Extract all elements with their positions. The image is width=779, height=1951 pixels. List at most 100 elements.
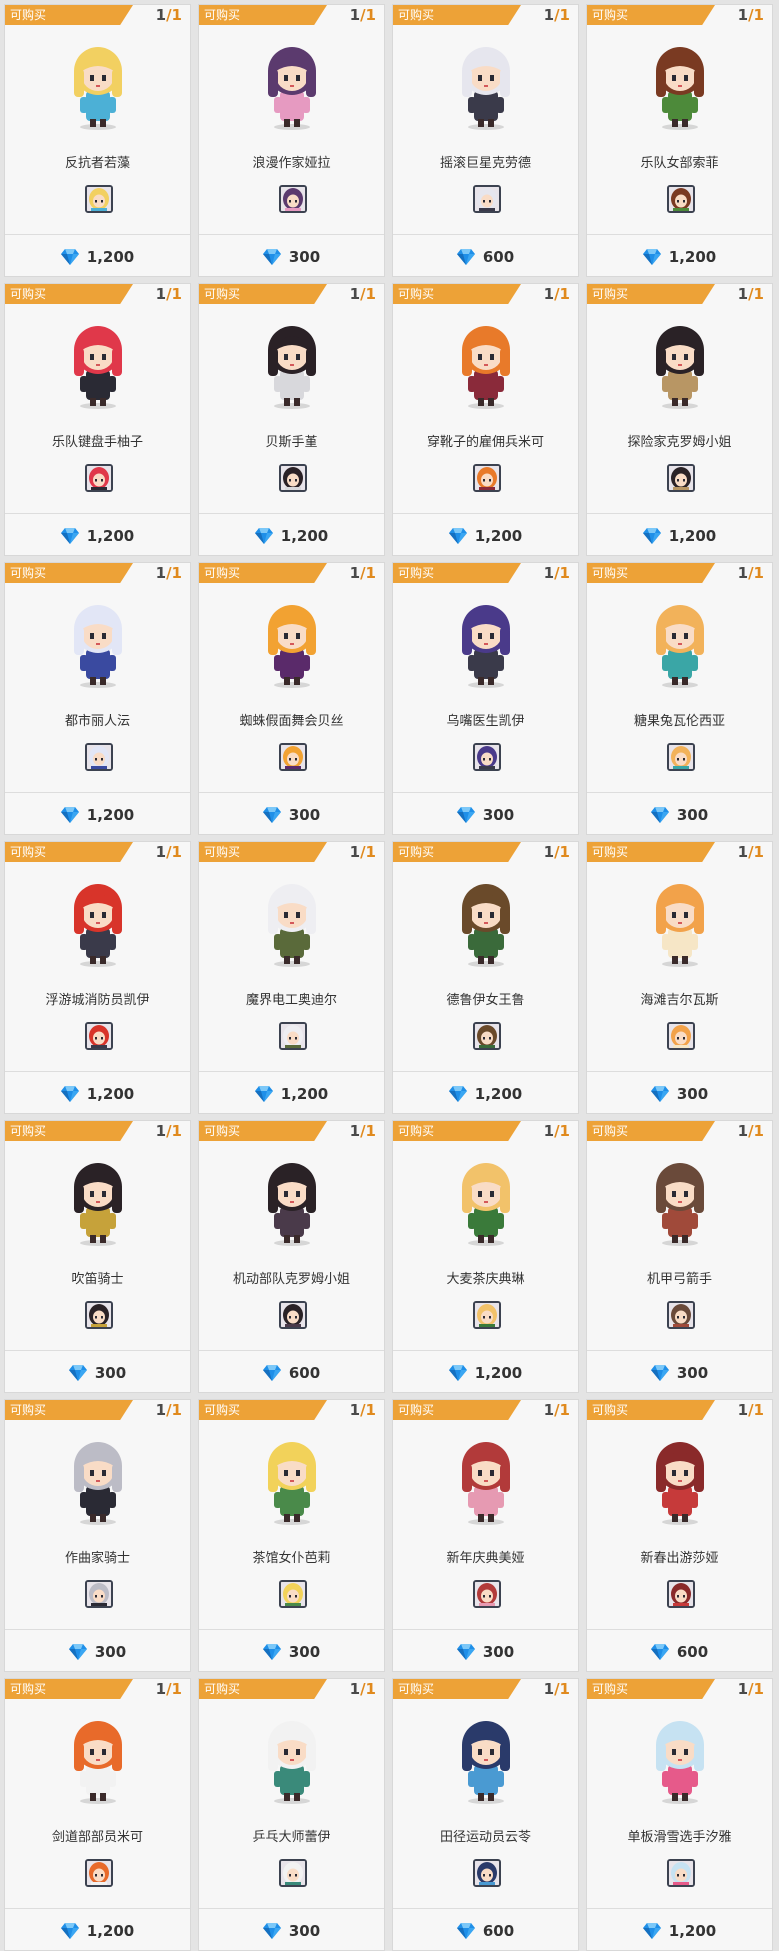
card-divider	[393, 1629, 578, 1630]
card-divider	[587, 1071, 772, 1072]
price-button[interactable]: 600	[587, 1632, 772, 1672]
item-name: 新年庆典美娅	[446, 1551, 525, 1566]
shop-item-card-21[interactable]: 可购买 1/1 作曲家骑士 300	[4, 1399, 191, 1672]
stock-owned: 1	[349, 1680, 361, 1698]
price-button[interactable]: 1,200	[5, 1074, 190, 1114]
price-value: 1,200	[280, 527, 329, 545]
shop-item-card-14[interactable]: 可购买 1/1 魔界电工奥迪尔 1,200	[198, 841, 385, 1114]
character-sprite	[56, 1157, 140, 1247]
shop-item-card-23[interactable]: 可购买 1/1 新年庆典美娅 300	[392, 1399, 579, 1672]
price-button[interactable]: 300	[393, 795, 578, 835]
diamond-icon	[68, 1644, 87, 1660]
price-value: 1,200	[280, 1085, 329, 1103]
diamond-icon	[448, 1086, 467, 1102]
price-button[interactable]: 1,200	[199, 1074, 384, 1114]
price-button[interactable]: 1,200	[587, 516, 772, 556]
item-name: 糖果兔瓦伦西亚	[633, 714, 725, 729]
price-button[interactable]: 300	[199, 237, 384, 277]
item-name: 浮游城消防员凯伊	[45, 993, 150, 1008]
shop-item-card-4[interactable]: 可购买 1/1 乐队女部索菲 1,200	[586, 4, 773, 277]
price-button[interactable]: 300	[5, 1632, 190, 1672]
diamond-icon	[448, 528, 467, 544]
price-button[interactable]: 600	[393, 237, 578, 277]
price-button[interactable]: 300	[5, 1353, 190, 1393]
price-button[interactable]: 600	[393, 1911, 578, 1951]
stock-total: /1	[748, 843, 764, 861]
shop-item-card-6[interactable]: 可购买 1/1 贝斯手堇 1,200	[198, 283, 385, 556]
diamond-icon	[456, 1644, 475, 1660]
price-button[interactable]: 1,200	[393, 516, 578, 556]
character-portrait-icon	[278, 1022, 307, 1050]
diamond-icon	[642, 1923, 661, 1939]
shop-item-card-25[interactable]: 可购买 1/1 剑道部部员米可 1,200	[4, 1678, 191, 1951]
stock-total: /1	[554, 1680, 570, 1698]
purchasable-tag: 可购买	[587, 563, 715, 583]
price-value: 1,200	[668, 527, 717, 545]
shop-item-card-9[interactable]: 可购买 1/1 都市丽人沄 1,200	[4, 562, 191, 835]
price-button[interactable]: 1,200	[5, 1911, 190, 1951]
diamond-icon	[262, 807, 281, 823]
character-sprite	[56, 320, 140, 410]
price-button[interactable]: 1,200	[199, 516, 384, 556]
item-name: 机动部队克罗姆小姐	[232, 1272, 350, 1287]
stock-owned: 1	[155, 1122, 167, 1140]
shop-item-card-20[interactable]: 可购买 1/1 机甲弓箭手 300	[586, 1120, 773, 1393]
shop-item-card-5[interactable]: 可购买 1/1 乐队键盘手柚子 1,200	[4, 283, 191, 556]
shop-item-card-18[interactable]: 可购买 1/1 机动部队克罗姆小姐 600	[198, 1120, 385, 1393]
shop-item-card-1[interactable]: 可购买 1/1 反抗者若藻 1,200	[4, 4, 191, 277]
price-button[interactable]: 600	[199, 1353, 384, 1393]
shop-item-card-27[interactable]: 可购买 1/1 田径运动员云苓 600	[392, 1678, 579, 1951]
stock-owned: 1	[349, 1122, 361, 1140]
price-button[interactable]: 1,200	[5, 237, 190, 277]
card-divider	[199, 792, 384, 793]
shop-item-card-8[interactable]: 可购买 1/1 探险家克罗姆小姐 1,200	[586, 283, 773, 556]
shop-item-card-7[interactable]: 可购买 1/1 穿靴子的雇佣兵米可 1,200	[392, 283, 579, 556]
price-button[interactable]: 300	[587, 1074, 772, 1114]
price-value: 600	[482, 248, 515, 266]
price-button[interactable]: 300	[393, 1632, 578, 1672]
card-divider	[393, 513, 578, 514]
shop-item-card-15[interactable]: 可购买 1/1 德鲁伊女王鲁 1,200	[392, 841, 579, 1114]
price-button[interactable]: 1,200	[587, 1911, 772, 1951]
card-divider	[587, 1629, 772, 1630]
shop-item-card-28[interactable]: 可购买 1/1 单板滑雪选手汐雅 1,200	[586, 1678, 773, 1951]
character-sprite	[56, 1715, 140, 1805]
character-portrait-icon	[278, 1301, 307, 1329]
purchasable-tag: 可购买	[5, 842, 133, 862]
price-button[interactable]: 300	[587, 795, 772, 835]
shop-item-card-11[interactable]: 可购买 1/1 乌嘴医生凯伊 300	[392, 562, 579, 835]
price-button[interactable]: 1,200	[393, 1353, 578, 1393]
price-value: 300	[288, 1922, 321, 1940]
stock-total: /1	[748, 1401, 764, 1419]
price-button[interactable]: 300	[587, 1353, 772, 1393]
price-button[interactable]: 1,200	[393, 1074, 578, 1114]
shop-item-card-17[interactable]: 可购买 1/1 吹笛骑士 300	[4, 1120, 191, 1393]
shop-item-card-2[interactable]: 可购买 1/1 浪漫作家娅拉 300	[198, 4, 385, 277]
stock-count: 1/1	[544, 1122, 570, 1140]
purchasable-tag: 可购买	[587, 1679, 715, 1699]
shop-item-card-16[interactable]: 可购买 1/1 海滩吉尔瓦斯 300	[586, 841, 773, 1114]
card-divider	[5, 513, 190, 514]
stock-total: /1	[554, 1401, 570, 1419]
price-button[interactable]: 300	[199, 1632, 384, 1672]
shop-item-card-13[interactable]: 可购买 1/1 浮游城消防员凯伊 1,200	[4, 841, 191, 1114]
shop-item-card-26[interactable]: 可购买 1/1 乒乓大师蕾伊 300	[198, 1678, 385, 1951]
price-button[interactable]: 1,200	[5, 516, 190, 556]
price-button[interactable]: 300	[199, 1911, 384, 1951]
stock-total: /1	[360, 843, 376, 861]
purchasable-tag: 可购买	[199, 5, 327, 25]
price-button[interactable]: 1,200	[5, 795, 190, 835]
stock-count: 1/1	[544, 1401, 570, 1419]
character-portrait-icon	[472, 743, 501, 771]
price-button[interactable]: 300	[199, 795, 384, 835]
shop-item-card-24[interactable]: 可购买 1/1 新春出游莎娅 600	[586, 1399, 773, 1672]
shop-item-card-12[interactable]: 可购买 1/1 糖果兔瓦伦西亚 300	[586, 562, 773, 835]
shop-item-card-3[interactable]: 可购买 1/1 摇滚巨星克劳德 600	[392, 4, 579, 277]
character-portrait-icon	[666, 464, 695, 492]
price-button[interactable]: 1,200	[587, 237, 772, 277]
shop-item-card-19[interactable]: 可购买 1/1 大麦茶庆典琳 1,200	[392, 1120, 579, 1393]
shop-item-card-22[interactable]: 可购买 1/1 茶馆女仆芭莉 300	[198, 1399, 385, 1672]
shop-item-card-10[interactable]: 可购买 1/1 蜘蛛假面舞会贝丝 300	[198, 562, 385, 835]
purchasable-tag: 可购买	[393, 1121, 521, 1141]
purchasable-tag: 可购买	[5, 1121, 133, 1141]
